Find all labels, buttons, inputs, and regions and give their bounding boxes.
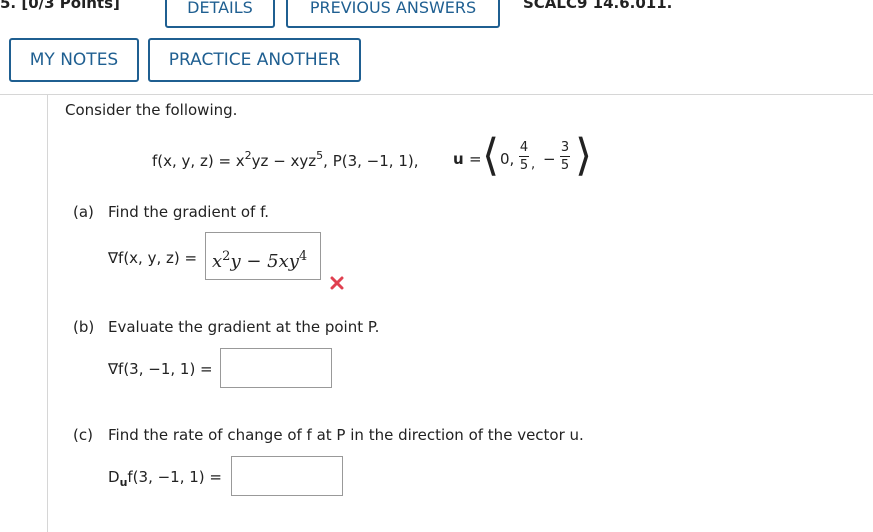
exponent: 5 [316,149,324,162]
part-a-label: (a) [73,203,94,221]
exponent: 2 [244,149,252,162]
minus-sign: − [543,150,556,168]
right-angle-bracket: ⟩ [575,130,593,181]
question-number: 5. [0/3 Points] [0,0,120,12]
numerator: 3 [560,140,570,155]
vector-u-label: u [453,150,464,168]
part-c-lhs-rest: f(3, −1, 1) = [127,468,222,486]
answer-exponent: 4 [298,249,308,264]
details-button[interactable]: DETAILS [165,0,275,28]
part-a-text: Find the gradient of f. [108,203,270,221]
function-lhs: f(x, y, z) = x [152,152,245,170]
part-b-label: (b) [73,318,95,336]
part-c-label: (c) [73,426,93,444]
vector-equals: = [469,150,482,168]
practice-another-button[interactable]: PRACTICE ANOTHER [148,38,361,82]
answer-middle: y − 5xy [230,251,299,272]
left-angle-bracket: ⟨ [482,130,500,181]
answer-base: x [212,251,223,272]
denominator: 5 [560,158,570,173]
left-rule [47,95,48,532]
part-b-text: Evaluate the gradient at the point P. [108,318,380,336]
divider [0,94,873,95]
directional-derivative-input[interactable] [231,456,343,496]
fraction-four-fifths: 4 5 [519,140,529,173]
fraction-three-fifths: 3 5 [560,140,570,173]
previous-answers-button[interactable]: PREVIOUS ANSWERS [286,0,500,28]
part-c-text: Find the rate of change of f at P in the… [108,426,584,444]
numerator: 4 [519,140,529,155]
my-notes-button[interactable]: MY NOTES [9,38,139,82]
part-b-lhs: ∇f(3, −1, 1) = [108,360,213,378]
function-definition: f(x, y, z) = x2yz − xyz5, P(3, −1, 1), [152,149,419,170]
vector-component-zero: 0, [500,150,515,168]
problem-code: SCALC9 14.6.011. [523,0,673,12]
part-a-lhs: ∇f(x, y, z) = [108,249,198,267]
point-text: , P(3, −1, 1), [323,152,419,170]
part-c-lhs: Duf(3, −1, 1) = [108,468,222,489]
incorrect-x-icon [330,275,344,290]
gradient-at-point-input[interactable] [220,348,332,388]
directional-d: D [108,468,120,486]
gradient-answer-field[interactable]: x2y − 5xy4 [205,232,321,280]
denominator: 5 [519,158,529,173]
intro-text: Consider the following. [65,101,238,119]
function-rhs: yz − xyz [251,152,317,170]
